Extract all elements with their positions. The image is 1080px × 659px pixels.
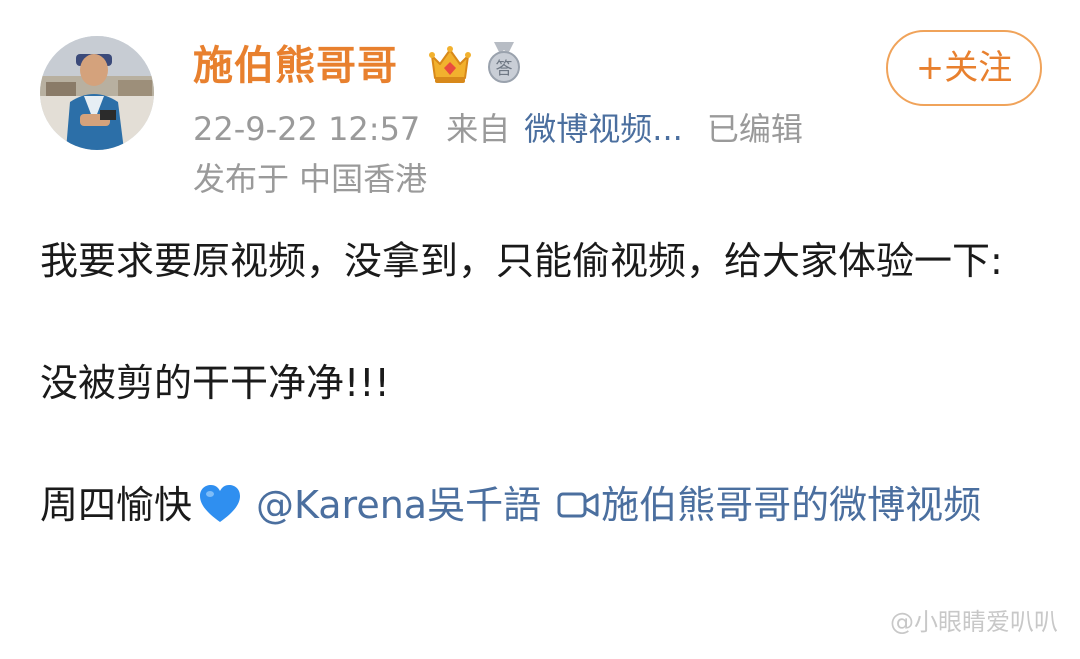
post-paragraph-3: 周四愉快 @Karena吳千語 施伯熊哥哥的微博视频 xyxy=(40,476,1050,534)
post-text-thursday: 周四愉快 xyxy=(40,483,193,527)
avatar[interactable] xyxy=(40,36,154,150)
watermark-text: 小眼睛爱叭叭 xyxy=(914,608,1058,636)
video-icon xyxy=(557,492,599,518)
source-link[interactable]: 微博视频... xyxy=(524,107,683,151)
medal-badge-icon[interactable]: 答 xyxy=(484,40,524,84)
video-link[interactable]: 施伯熊哥哥的微博视频 xyxy=(601,483,981,527)
post-location: 发布于 中国香港 xyxy=(193,160,428,198)
post-time: 22-9-22 12:57 xyxy=(193,110,421,148)
source-prefix: 来自 xyxy=(446,110,511,148)
crown-badge-icon[interactable] xyxy=(428,42,472,86)
weibo-post: 施伯熊哥哥 答 +关注 22-9-22 12:57 来自 微博视频... 已编辑 发布… xyxy=(0,0,1080,659)
medal-text: 答 xyxy=(496,59,513,79)
post-meta: 22-9-22 12:57 来自 微博视频... 已编辑 xyxy=(193,107,803,151)
follow-button[interactable]: +关注 xyxy=(886,30,1042,106)
blue-heart-icon xyxy=(200,485,241,522)
post-paragraph-1: 我要求要原视频，没拿到，只能偷视频，给大家体验一下: xyxy=(40,239,1003,283)
watermark: @小眼睛爱叭叭 xyxy=(890,608,1058,636)
avatar-photo xyxy=(40,36,154,150)
edited-label[interactable]: 已编辑 xyxy=(707,107,803,151)
mention-link[interactable]: @Karena吳千語 xyxy=(256,483,541,527)
post-paragraph-2: 没被剪的干干净净!!! xyxy=(40,361,390,405)
post-content: 我要求要原视频，没拿到，只能偷视频，给大家体验一下: 没被剪的干干净净!!! 周… xyxy=(40,232,1050,534)
username[interactable]: 施伯熊哥哥 xyxy=(193,40,398,92)
